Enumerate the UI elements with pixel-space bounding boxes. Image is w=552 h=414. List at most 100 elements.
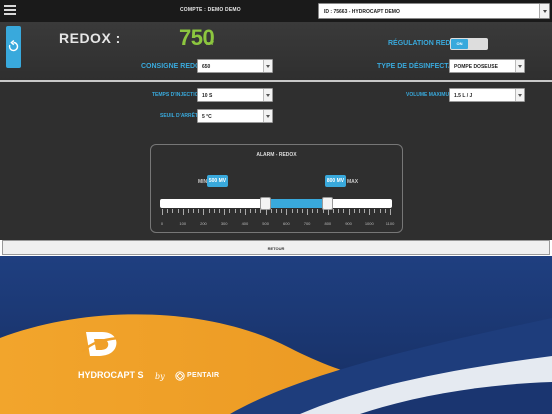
slider-tick	[338, 209, 340, 213]
alarm-range-fill	[265, 199, 328, 208]
stop-threshold-value: 5 °C	[202, 114, 212, 120]
slider-tick	[358, 209, 360, 213]
setpoint-select-value: 650	[202, 64, 211, 70]
slider-tick-label: 400	[241, 221, 249, 226]
slider-tick	[333, 209, 334, 213]
injection-time-value: 10 S	[202, 93, 213, 99]
slider-tick-label: 300	[220, 221, 228, 226]
menu-icon[interactable]	[4, 5, 16, 16]
slider-tick	[208, 209, 210, 213]
chevron-down-icon	[539, 4, 549, 18]
partner-name: PENTAIR	[187, 372, 220, 379]
slider-tick-label: 500	[262, 221, 269, 226]
stop-threshold-label: SEUIL D'ARRÊT :	[160, 113, 202, 119]
slider-tick	[343, 209, 345, 213]
brand-name: HYDROCAPT S	[78, 370, 144, 380]
chevron-down-icon	[515, 60, 524, 72]
account-label: COMPTE : DEMO DEMO	[180, 7, 241, 13]
regulation-toggle-state: ON	[451, 39, 468, 49]
slider-tick	[270, 209, 272, 213]
back-arrow-icon	[8, 40, 19, 52]
alarm-max-label: MAX	[347, 179, 359, 185]
back-button[interactable]	[6, 26, 21, 68]
chevron-down-icon	[515, 89, 524, 101]
redox-value: 750	[179, 25, 215, 50]
slider-tick	[219, 209, 220, 213]
top-bar: COMPTE : DEMO DEMO ID : 75663 - HYDROCAP…	[0, 0, 552, 22]
slider-tick	[177, 209, 179, 213]
slider-tick	[296, 209, 298, 213]
slider-tick	[327, 209, 329, 215]
slider-tick	[162, 209, 163, 215]
device-select[interactable]: ID : 75663 - HYDROCAPT DEMO	[318, 3, 550, 19]
slider-tick-label: 1100	[385, 221, 395, 226]
slider-tick	[281, 209, 283, 213]
disinfectant-select-value: POMPE DOSEUSE	[454, 64, 498, 70]
by-label: by	[155, 372, 165, 381]
slider-tick	[234, 209, 236, 213]
slider-tick	[182, 209, 184, 215]
slider-ticks	[162, 209, 391, 217]
pentair-logo-icon	[175, 371, 185, 381]
slider-tick	[239, 209, 241, 213]
slider-tick	[172, 209, 174, 213]
slider-tick	[322, 209, 324, 213]
slider-tick-label: 0	[160, 221, 164, 226]
alarm-min-label: MIN	[198, 179, 208, 185]
slider-tick-label: 1000	[364, 221, 374, 226]
hydrocapt-logo-icon	[81, 332, 119, 356]
slider-tick	[312, 209, 314, 213]
chevron-down-icon	[263, 110, 272, 122]
disinfectant-select[interactable]: POMPE DOSEUSE	[449, 59, 525, 73]
chevron-down-icon	[263, 60, 272, 72]
redox-unit: mV	[206, 41, 214, 47]
alarm-title: ALARM - REDOX	[256, 152, 297, 158]
slider-tick-label: 200	[200, 221, 207, 226]
slider-tick-label: 100	[179, 221, 187, 226]
chevron-down-icon	[263, 89, 272, 101]
regulation-toggle[interactable]: ON	[450, 38, 488, 50]
slider-tick-label: 800	[324, 221, 332, 226]
slider-tick	[265, 209, 267, 215]
slider-tick	[244, 209, 246, 215]
slider-tick	[250, 209, 252, 213]
slider-tick	[364, 209, 366, 213]
alarm-redox-box: ALARM - REDOX	[150, 144, 403, 233]
slider-tick	[198, 209, 200, 213]
alarm-min-value: 500 MV	[207, 175, 228, 187]
slider-tick	[301, 209, 303, 213]
slider-tick	[307, 209, 309, 215]
slider-tick-label: 600	[283, 221, 290, 226]
slider-tick	[369, 209, 371, 215]
slider-tick-label: 700	[303, 221, 311, 226]
alarm-max-value: 800 MV	[325, 175, 346, 187]
slider-tick	[291, 209, 293, 213]
setpoint-select[interactable]: 650	[197, 59, 273, 73]
slider-tick	[379, 209, 381, 213]
slider-tick	[260, 209, 262, 213]
slider-tick	[224, 209, 226, 215]
slider-tick	[353, 209, 355, 213]
slider-tick	[384, 209, 386, 213]
slider-tick	[286, 209, 288, 215]
slider-tick	[229, 209, 231, 213]
retour-label: RETOUR	[267, 246, 285, 251]
slider-tick	[167, 209, 169, 213]
stop-threshold-select[interactable]: 5 °C	[197, 109, 273, 123]
slider-tick	[348, 209, 350, 215]
slider-tick-label: 900	[345, 221, 352, 226]
slider-tick	[203, 209, 205, 215]
slider-tick	[213, 209, 215, 213]
alarm-range-slider[interactable]	[160, 197, 392, 210]
retour-button[interactable]: RETOUR	[2, 240, 550, 255]
injection-time-select[interactable]: 10 S	[197, 88, 273, 102]
slider-tick	[390, 209, 391, 215]
max-volume-select[interactable]: 1.5 L / J	[449, 88, 525, 102]
device-select-value: ID : 75663 - HYDROCAPT DEMO	[324, 9, 400, 15]
slider-tick	[276, 209, 277, 213]
slider-tick	[255, 209, 257, 213]
slider-tick	[317, 209, 319, 213]
slider-tick	[193, 209, 195, 213]
max-volume-value: 1.5 L / J	[454, 93, 473, 99]
redox-title: REDOX :	[59, 30, 121, 46]
